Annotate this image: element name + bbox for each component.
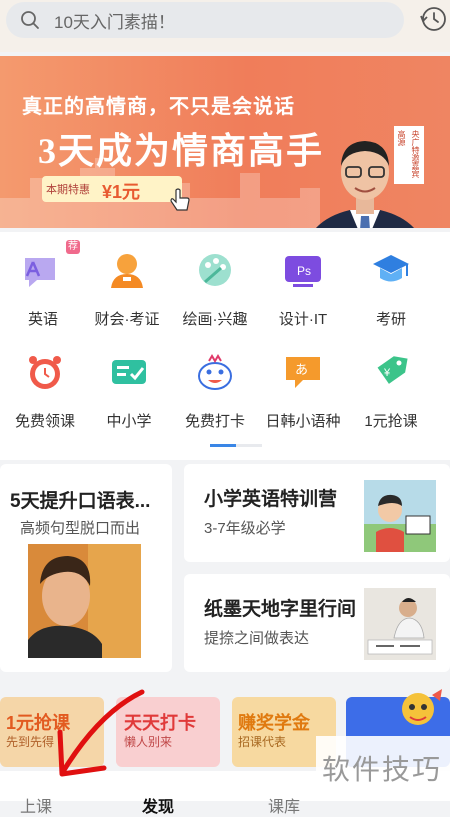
accounting-icon (111, 254, 143, 288)
alarm-clock-icon (29, 356, 61, 389)
category-label: 免费领课 (14, 413, 75, 430)
category-painting[interactable]: 绘画·兴趣 (172, 236, 258, 328)
course-subtitle: 3-7年级必学 (204, 520, 286, 537)
tab-course-library[interactable]: 课库 (268, 793, 300, 817)
promo-subtitle: 懒人别来 (124, 735, 173, 749)
course-thumbnail (364, 480, 436, 552)
page-indicator (210, 444, 262, 447)
graduation-cap-icon (373, 255, 409, 282)
category-design[interactable]: Ps 设计·IT (260, 236, 346, 328)
search-icon (21, 11, 39, 29)
course-card-calligraphy[interactable]: 纸墨天地字里行间 提捺之间做表达 (184, 574, 450, 672)
category-free-course[interactable]: 免费领课 (2, 338, 88, 430)
english-icon (25, 258, 55, 287)
presenter-role: 央广特邀嘉宾 (411, 130, 420, 178)
promo-title: 天天打卡 (124, 713, 196, 733)
checklist-icon (112, 360, 146, 384)
presenter-badge: 高源 央广特邀嘉宾 (394, 126, 424, 184)
promo-subtitle: 招课代表 (238, 735, 287, 749)
history-icon[interactable] (418, 4, 448, 34)
course-title: 5天提升口语表... (10, 491, 151, 512)
category-grid: 荐 英语 财会·考证 绘画·兴趣 Ps 设计·IT 考研 免费领课 中小学 免费… (0, 232, 450, 460)
price-pill-label: 本期特惠 (46, 184, 90, 196)
course-card-primary-english[interactable]: 小学英语特训营 3-7年级必学 (184, 464, 450, 562)
category-one-yuan[interactable]: ¥ 1元抢课 (348, 338, 434, 430)
palette-icon (199, 254, 231, 286)
top-bar: 10天入门素描！ (0, 0, 450, 52)
mascot-icon (198, 354, 232, 390)
svg-text:Ps: Ps (297, 264, 311, 278)
promo-title: 1元抢课 (6, 713, 71, 733)
category-label: 绘画·兴趣 (182, 311, 248, 328)
category-label: 考研 (375, 311, 406, 328)
course-cover-image (28, 544, 141, 658)
course-subtitle: 提捺之间做表达 (204, 630, 310, 647)
category-label: 财会·考证 (94, 311, 160, 328)
hand-cursor-icon (170, 188, 190, 211)
promo-card-one-yuan[interactable]: 1元抢课 先到先得 (0, 697, 104, 767)
svg-text:¥: ¥ (383, 367, 391, 379)
category-label: 中小学 (106, 413, 152, 430)
category-label: 日韩小语种 (265, 413, 341, 430)
course-title: 小学英语特训营 (204, 489, 338, 510)
watermark-text: 软件技巧 (322, 754, 443, 785)
promo-subtitle: 先到先得 (6, 735, 55, 749)
recommend-badge: 荐 (66, 240, 80, 254)
category-checkin[interactable]: 免费打卡 (172, 338, 258, 430)
search-bar[interactable]: 10天入门素描！ (6, 2, 404, 38)
category-label: 免费打卡 (184, 413, 245, 430)
course-card-speaking[interactable]: 5天提升口语表... 高频句型脱口而出 (0, 464, 172, 672)
watermark: 软件技巧 (316, 736, 450, 792)
category-accounting[interactable]: 财会·考证 (84, 236, 170, 328)
category-label: 英语 (27, 311, 58, 328)
promo-card-checkin[interactable]: 天天打卡 懒人别来 (116, 697, 220, 767)
tab-discover[interactable]: 发现 (142, 793, 174, 817)
category-english[interactable]: 荐 英语 (0, 236, 86, 328)
price-tag-icon: ¥ (377, 356, 408, 384)
price-pill-price: ¥1元 (102, 182, 141, 202)
category-label: 1元抢课 (364, 413, 418, 430)
course-subtitle: 高频句型脱口而出 (20, 520, 141, 537)
search-placeholder: 10天入门素描！ (54, 13, 175, 32)
category-label: 设计·IT (278, 311, 328, 328)
course-title: 纸墨天地字里行间 (204, 599, 357, 620)
category-postgrad[interactable]: 考研 (348, 236, 434, 328)
speech-bubble-icon: あ (286, 357, 320, 388)
course-thumbnail (364, 588, 436, 660)
banner-tagline: 真正的高情商，不只是会说话 (22, 96, 295, 118)
svg-text:あ: あ (295, 363, 308, 378)
price-pill: 本期特惠 ¥1元 (42, 176, 182, 202)
promo-title: 赚奖学金 (238, 713, 310, 733)
design-icon: Ps (285, 256, 321, 287)
category-minor-languages[interactable]: あ 日韩小语种 (260, 338, 346, 430)
category-k12[interactable]: 中小学 (86, 338, 172, 430)
presenter-name: 高源 (397, 130, 406, 146)
banner-title: 3天成为情商高手 (38, 131, 325, 171)
tab-classes[interactable]: 上课 (20, 793, 52, 817)
promo-banner[interactable]: 真正的高情商，不只是会说话 3天成为情商高手 本期特惠 ¥1元 高源 央广特邀嘉… (0, 56, 450, 228)
